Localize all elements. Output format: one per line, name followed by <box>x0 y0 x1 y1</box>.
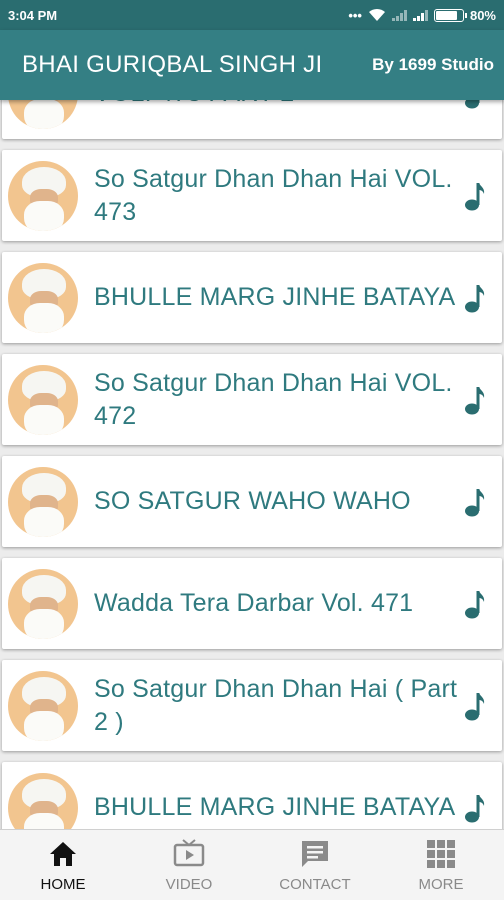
track-list[interactable]: VOL. 473 PART 2 So Satgur Dhan Dhan Hai V… <box>0 100 504 829</box>
track-title: BHULLE MARG JINHE BATAYA <box>94 283 456 311</box>
tv-icon <box>172 838 206 870</box>
track-title: So Satgur Dhan Dhan Hai VOL. 473 <box>94 164 453 226</box>
grid-icon <box>424 838 458 870</box>
app-screen: 3:04 PM ••• 80% BHAI GURIQBAL SINGH JI B… <box>0 0 504 900</box>
artist-avatar <box>8 670 78 741</box>
status-bar: 3:04 PM ••• 80% <box>0 0 504 30</box>
track-title: VOL. 473 PART 2 <box>94 100 464 110</box>
track-list-item[interactable]: SO SATGUR WAHO WAHO <box>2 456 502 547</box>
artist-avatar <box>8 262 78 333</box>
track-list-item[interactable]: BHULLE MARG JINHE BATAYA <box>2 252 502 343</box>
track-list-item[interactable]: So Satgur Dhan Dhan Hai VOL. 472 <box>2 354 502 445</box>
track-list-item[interactable]: Wadda Tera Darbar Vol. 471 <box>2 558 502 649</box>
music-note-icon[interactable] <box>464 283 490 313</box>
nav-label: VIDEO <box>165 876 213 893</box>
status-time: 3:04 PM <box>8 7 58 23</box>
nav-item-home[interactable]: HOME <box>0 830 126 900</box>
app-bar: BHAI GURIQBAL SINGH JI By 1699 Studio <box>0 30 504 100</box>
track-list-content: VOL. 473 PART 2 So Satgur Dhan Dhan Hai V… <box>0 100 504 829</box>
artist-avatar <box>8 466 78 537</box>
track-list-item[interactable]: So Satgur Dhan Dhan Hai VOL. 473 <box>2 150 502 241</box>
artist-avatar <box>8 772 78 829</box>
bottom-navigation: HOME VIDEO CONTACT MORE <box>0 829 504 900</box>
app-subtitle: By 1699 Studio <box>372 55 494 74</box>
track-title: SO SATGUR WAHO WAHO <box>94 487 411 515</box>
nav-label: HOME <box>40 876 86 893</box>
music-note-icon[interactable] <box>464 181 490 211</box>
dots-icon: ••• <box>348 7 362 23</box>
wifi-icon <box>368 8 385 21</box>
artist-avatar <box>8 568 78 639</box>
artist-avatar <box>8 364 78 435</box>
nav-item-contact[interactable]: CONTACT <box>252 830 378 900</box>
status-icons: ••• 80% <box>348 8 496 23</box>
message-icon <box>298 838 332 870</box>
signal-icon <box>412 9 428 21</box>
music-note-icon[interactable] <box>464 385 490 415</box>
nav-label: MORE <box>418 876 464 893</box>
track-title: So Satgur Dhan Dhan Hai VOL. 472 <box>94 368 453 430</box>
music-note-icon[interactable] <box>464 589 490 619</box>
music-note-icon[interactable] <box>464 691 490 721</box>
music-note-icon[interactable] <box>464 100 490 109</box>
track-title: BHULLE MARG JINHE BATAYA <box>94 793 456 821</box>
signal-icon <box>391 9 407 21</box>
music-note-icon[interactable] <box>464 793 490 823</box>
artist-avatar <box>8 160 78 231</box>
nav-item-more[interactable]: MORE <box>378 830 504 900</box>
track-list-item[interactable]: VOL. 473 PART 2 <box>2 100 502 139</box>
artist-avatar <box>8 100 78 129</box>
app-title: BHAI GURIQBAL SINGH JI <box>22 51 323 78</box>
track-list-item[interactable]: BHULLE MARG JINHE BATAYA <box>2 762 502 829</box>
nav-label: CONTACT <box>279 876 351 893</box>
home-icon <box>46 838 80 870</box>
battery-icon <box>433 8 467 22</box>
track-title: Wadda Tera Darbar Vol. 471 <box>94 589 414 617</box>
track-list-item[interactable]: So Satgur Dhan Dhan Hai ( Part 2 ) <box>2 660 502 751</box>
battery-percent: 80% <box>469 7 496 23</box>
music-note-icon[interactable] <box>464 487 490 517</box>
track-title: So Satgur Dhan Dhan Hai ( Part 2 ) <box>94 674 458 736</box>
nav-item-video[interactable]: VIDEO <box>126 830 252 900</box>
